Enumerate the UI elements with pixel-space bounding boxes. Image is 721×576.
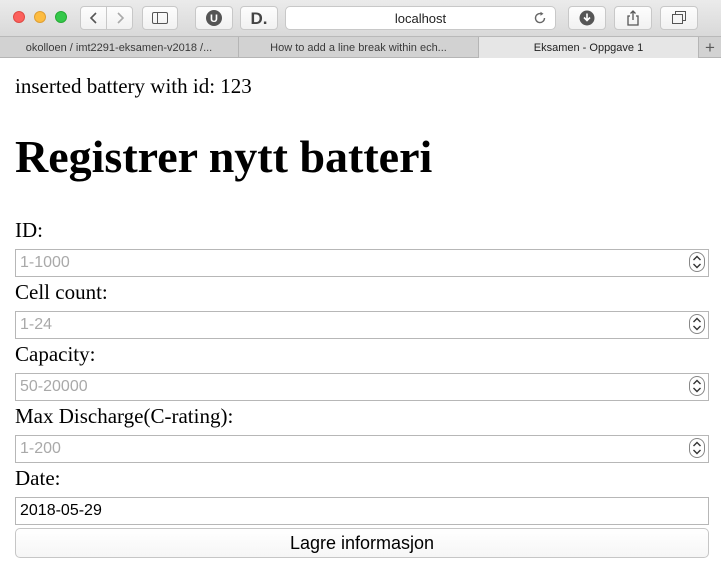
tab-label: Eksamen - Oppgave 1 bbox=[533, 41, 644, 54]
id-input[interactable] bbox=[15, 249, 709, 277]
page-title: Registrer nytt batteri bbox=[15, 131, 433, 182]
stepper-icon[interactable] bbox=[689, 376, 705, 396]
date-input[interactable] bbox=[15, 497, 709, 525]
cell-count-field bbox=[15, 311, 709, 339]
capacity-input[interactable] bbox=[15, 373, 709, 401]
chevron-right-icon bbox=[116, 12, 124, 24]
share-button[interactable] bbox=[614, 6, 652, 30]
tab-label: okolloen / imt2291-eksamen-v2018 /... bbox=[25, 41, 213, 54]
reload-icon[interactable] bbox=[533, 11, 547, 25]
capacity-label: Capacity: bbox=[15, 342, 96, 366]
cell-count-input[interactable] bbox=[15, 311, 709, 339]
capacity-field bbox=[15, 373, 709, 401]
sidebar-icon bbox=[152, 12, 168, 24]
tab-github[interactable]: okolloen / imt2291-eksamen-v2018 /... bbox=[0, 37, 239, 58]
tab-eksamen-active[interactable]: Eksamen - Oppgave 1 bbox=[479, 37, 699, 58]
minimize-window-button[interactable] bbox=[34, 11, 46, 23]
id-label: ID: bbox=[15, 218, 43, 242]
max-discharge-label: Max Discharge(C-rating): bbox=[15, 404, 234, 428]
tab-label: How to add a line break within ech... bbox=[270, 41, 447, 54]
plus-icon: + bbox=[705, 37, 715, 57]
tab-bar: okolloen / imt2291-eksamen-v2018 /... Ho… bbox=[0, 36, 721, 58]
share-icon bbox=[627, 10, 639, 26]
svg-text:U: U bbox=[210, 13, 218, 25]
extension-d-icon: D. bbox=[251, 9, 268, 27]
extension-d-button[interactable]: D. bbox=[240, 6, 278, 30]
tab-stackoverflow[interactable]: How to add a line break within ech... bbox=[239, 37, 479, 58]
stepper-icon[interactable] bbox=[689, 314, 705, 334]
cell-count-label: Cell count: bbox=[15, 280, 108, 304]
extension-u-button[interactable]: U bbox=[195, 6, 233, 30]
page-content: inserted battery with id: 123 Registrer … bbox=[0, 58, 721, 576]
date-label: Date: bbox=[15, 466, 61, 490]
max-discharge-field bbox=[15, 435, 709, 463]
forward-button[interactable] bbox=[106, 6, 133, 30]
id-field bbox=[15, 249, 709, 277]
max-discharge-input[interactable] bbox=[15, 435, 709, 463]
sidebar-toggle-button[interactable] bbox=[142, 6, 178, 30]
browser-toolbar: U D. localhost bbox=[0, 0, 721, 36]
chevron-left-icon bbox=[89, 12, 97, 24]
stepper-icon[interactable] bbox=[689, 438, 705, 458]
ublock-icon: U bbox=[206, 10, 222, 26]
address-text: localhost bbox=[394, 10, 447, 26]
close-window-button[interactable] bbox=[13, 11, 25, 23]
download-icon bbox=[579, 10, 595, 26]
show-tabs-button[interactable] bbox=[660, 6, 698, 30]
svg-text:D.: D. bbox=[251, 9, 268, 27]
save-button[interactable]: Lagre informasjon bbox=[15, 528, 709, 558]
downloads-button[interactable] bbox=[568, 6, 606, 30]
fullscreen-window-button[interactable] bbox=[55, 11, 67, 23]
tabs-overview-icon bbox=[672, 11, 686, 24]
status-message: inserted battery with id: 123 bbox=[15, 74, 252, 98]
new-tab-button[interactable]: + bbox=[699, 37, 721, 58]
save-button-label: Lagre informasjon bbox=[289, 532, 435, 553]
back-button[interactable] bbox=[80, 6, 107, 30]
date-field bbox=[15, 497, 709, 525]
address-bar[interactable]: localhost bbox=[285, 6, 556, 30]
stepper-icon[interactable] bbox=[689, 252, 705, 272]
